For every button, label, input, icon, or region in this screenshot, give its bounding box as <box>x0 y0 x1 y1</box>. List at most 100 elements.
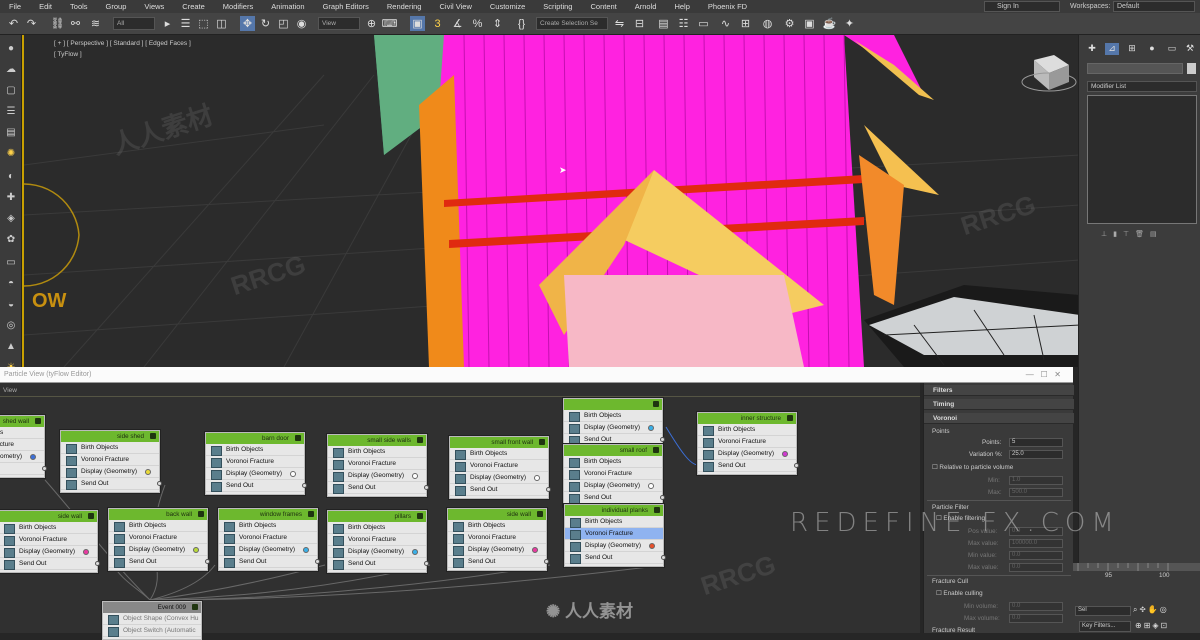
list-icon[interactable]: ☰ <box>4 104 18 118</box>
named-selection-set-select[interactable]: Create Selection Se <box>536 17 608 30</box>
make-unique-icon[interactable]: ⊤ <box>1123 230 1129 238</box>
particle-view-menu[interactable]: View <box>0 386 920 397</box>
toggle-ribbon-icon[interactable]: ▭ <box>696 16 711 31</box>
display-color-swatch[interactable] <box>534 475 540 481</box>
rotate-icon[interactable]: ↻ <box>258 16 273 31</box>
operator-row[interactable]: Birth Objects <box>0 427 44 439</box>
relative-checkbox[interactable]: ☐ Relative to particle volume <box>932 464 1013 471</box>
event-node[interactable]: side shed Birth Objects Voronoi Fracture Di… <box>60 430 162 493</box>
motion-tab-icon[interactable]: ● <box>1145 43 1159 55</box>
event-node[interactable]: individual planks Birth Objects Voronoi Fr… <box>564 504 666 567</box>
operator-row[interactable]: Send Out <box>0 558 100 570</box>
menu-graph-editors[interactable]: Graph Editors <box>314 2 378 11</box>
operator-row[interactable]: Display (Geometry) <box>0 451 44 463</box>
workspace-select[interactable]: Default <box>1113 1 1195 12</box>
event-node[interactable]: small side walls Birth Objects Voronoi Fra… <box>327 434 429 497</box>
operator-row[interactable]: Send Out <box>565 552 666 564</box>
operator-row[interactable]: Display (Geometry) <box>448 544 546 556</box>
menu-create[interactable]: Create <box>173 2 214 11</box>
timing-rollout[interactable]: Timing <box>924 399 1074 410</box>
event-node[interactable]: small front wall Birth Objects Voronoi Fra… <box>449 436 551 499</box>
operator-row[interactable]: Send Out <box>328 482 429 494</box>
operator-row[interactable]: Birth Objects <box>448 520 546 532</box>
operator-row[interactable]: Voronoi Fracture <box>219 532 317 544</box>
event-node-title[interactable]: side wall <box>0 511 97 522</box>
operator-row[interactable]: Voronoi Fracture <box>328 458 426 470</box>
display-color-swatch[interactable] <box>303 547 309 553</box>
operator-row[interactable]: Birth Objects <box>450 448 548 460</box>
menu-group[interactable]: Group <box>97 2 136 11</box>
render-setup-icon[interactable]: ⚙ <box>782 16 797 31</box>
operator-row[interactable]: Voronoi Fracture <box>698 436 796 448</box>
menu-content[interactable]: Content <box>581 2 625 11</box>
event-node[interactable]: back wall Birth Objects Voronoi Fracture Di… <box>108 508 210 571</box>
sign-in-dropdown[interactable]: Sign In <box>984 1 1060 12</box>
event-node[interactable]: shed wall Birth Objects Voronoi Fracture Di… <box>0 415 47 478</box>
max-volume-spinner[interactable]: 0.0 <box>1009 614 1063 623</box>
operator-row[interactable]: Voronoi Fracture <box>206 456 304 468</box>
remove-modifier-icon[interactable]: 🗑 <box>1135 230 1144 238</box>
event-node-title[interactable]: side wall <box>448 509 546 520</box>
display-color-swatch[interactable] <box>532 547 538 553</box>
output-socket[interactable] <box>660 495 665 500</box>
layer-explorer-icon[interactable]: ☷ <box>676 16 691 31</box>
menu-tools[interactable]: Tools <box>61 2 97 11</box>
tint-icon[interactable]: ◓ <box>4 276 18 290</box>
display-color-swatch[interactable] <box>648 483 654 489</box>
output-socket[interactable] <box>95 561 100 566</box>
unlink-icon[interactable]: ⚯ <box>68 16 83 31</box>
menu-rendering[interactable]: Rendering <box>378 2 431 11</box>
operator-row[interactable]: Display (Geometry) <box>109 544 207 556</box>
output-socket[interactable] <box>661 555 666 560</box>
keyboard-shortcut-icon[interactable]: ⌨ <box>382 16 398 31</box>
region-select-icon[interactable]: ⬚ <box>196 16 211 31</box>
operator-row[interactable]: Object Shape (Convex Hu <box>103 613 201 625</box>
curve-editor-icon[interactable]: ∿ <box>718 16 733 31</box>
variation-spinner[interactable]: 25.0 <box>1009 450 1063 459</box>
points-spinner[interactable]: 5 <box>1009 438 1063 447</box>
output-socket[interactable] <box>205 559 210 564</box>
menu-modifiers[interactable]: Modifiers <box>214 2 262 11</box>
operator-row[interactable]: Birth Objects <box>109 520 207 532</box>
operator-row[interactable]: Display (Geometry) <box>206 468 304 480</box>
operator-row[interactable]: Birth Objects <box>61 442 159 454</box>
output-socket[interactable] <box>424 561 429 566</box>
operator-row[interactable]: Birth Objects <box>206 444 304 456</box>
navigation-icons[interactable]: ⌕✥✋◎ <box>1133 605 1169 615</box>
min-spinner[interactable]: 1.0 <box>1009 476 1063 485</box>
event-node-title[interactable] <box>564 399 662 410</box>
menu-civil-view[interactable]: Civil View <box>430 2 480 11</box>
output-socket[interactable] <box>42 466 47 471</box>
select-object-icon[interactable]: ▸ <box>160 16 175 31</box>
helper-icon[interactable]: ✚ <box>4 190 18 204</box>
max-value2-spinner[interactable]: 0.0 <box>1009 563 1063 572</box>
display-tab-icon[interactable]: ▭ <box>1165 43 1179 55</box>
operator-row[interactable]: Send Out <box>206 480 307 492</box>
key-mode-select[interactable]: Sel <box>1075 606 1131 616</box>
key-filters-button[interactable]: Key Filters... <box>1079 621 1131 632</box>
display-color-swatch[interactable] <box>648 425 654 431</box>
max-spinner[interactable]: 500.0 <box>1009 488 1063 497</box>
operator-row[interactable]: Send Out <box>328 558 429 570</box>
output-socket[interactable] <box>544 559 549 564</box>
menu-animation[interactable]: Animation <box>262 2 313 11</box>
operator-row[interactable]: Display (Geometry) <box>450 472 548 484</box>
output-socket[interactable] <box>546 487 551 492</box>
output-socket[interactable] <box>660 437 665 442</box>
snaps-toggle-icon[interactable]: ▣ <box>410 16 425 31</box>
move-icon[interactable]: ✥ <box>240 16 255 31</box>
display-color-swatch[interactable] <box>290 471 296 477</box>
percent-snap-icon[interactable]: % <box>470 16 485 31</box>
create-sphere-icon[interactable]: ● <box>4 41 18 55</box>
modifier-list-select[interactable]: Modifier List <box>1087 81 1197 92</box>
show-end-result-icon[interactable]: ▮ <box>1113 230 1117 238</box>
operator-row[interactable]: Display (Geometry) <box>698 448 796 460</box>
event-node-title[interactable]: back wall <box>109 509 207 520</box>
pivot-icon[interactable]: ⊕ <box>364 16 379 31</box>
window-icon[interactable]: ▭ <box>4 255 18 269</box>
shape-icon[interactable]: ◐ <box>4 169 18 183</box>
create-tab-icon[interactable]: ✚ <box>1085 43 1099 55</box>
menu-edit[interactable]: Edit <box>30 2 61 11</box>
event-node-title[interactable]: pillars <box>328 511 426 522</box>
display-color-swatch[interactable] <box>782 451 788 457</box>
